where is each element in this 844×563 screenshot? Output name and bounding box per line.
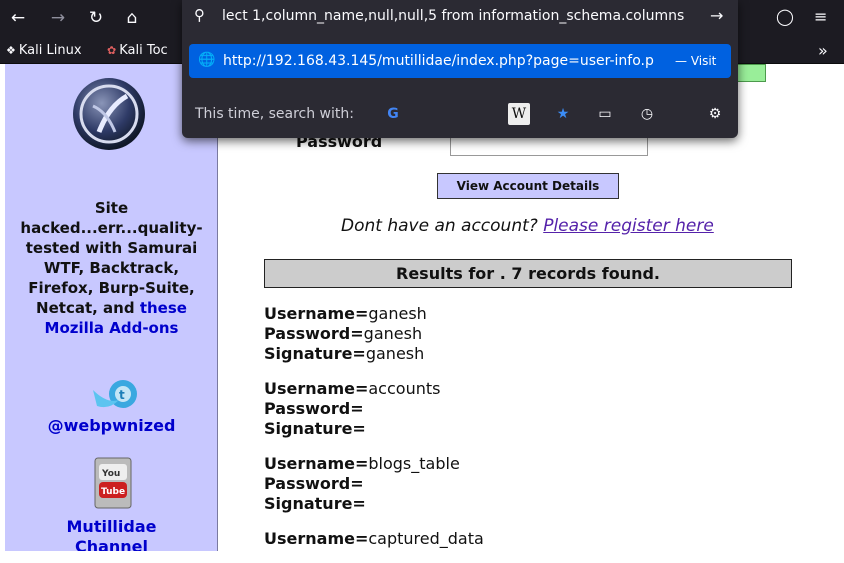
svg-text:t: t bbox=[119, 388, 125, 402]
url-suggestion[interactable]: 🌐 http://192.168.43.145/mutillidae/index… bbox=[189, 44, 731, 78]
owasp-logo-icon bbox=[73, 78, 145, 150]
bookmark-kali-tools[interactable]: ✿ Kali Toc bbox=[107, 42, 168, 60]
wikipedia-icon[interactable]: W bbox=[508, 103, 530, 125]
these-link[interactable]: these bbox=[140, 299, 187, 317]
bottom-strip bbox=[0, 551, 844, 563]
twitter-bird-icon[interactable]: t bbox=[89, 376, 139, 416]
forward-icon[interactable]: → bbox=[46, 6, 70, 30]
home-icon[interactable]: ⌂ bbox=[120, 6, 144, 30]
reload-icon[interactable]: ↻ bbox=[84, 6, 108, 30]
hacked-notice: Site hacked...err...quality- tested with… bbox=[5, 198, 218, 338]
search-icon: ⚲ bbox=[194, 6, 205, 24]
youtube-icon[interactable]: You Tube bbox=[89, 456, 137, 510]
bookmarks-overflow-icon[interactable]: » bbox=[818, 41, 828, 60]
register-link[interactable]: Please register here bbox=[543, 216, 714, 236]
kali-tools-icon: ✿ bbox=[107, 44, 117, 57]
record-item: Username=blogs_table Password= Signature… bbox=[264, 454, 460, 513]
mozilla-addons-link[interactable]: Mozilla Add-ons bbox=[5, 318, 218, 338]
settings-gear-icon[interactable]: ⚙ bbox=[704, 103, 726, 125]
mutillidae-channel-link[interactable]: Mutillidae Channel bbox=[5, 517, 218, 551]
webpwnized-link[interactable]: @webpwnized bbox=[5, 416, 218, 435]
record-item: Username=captured_data bbox=[264, 529, 484, 548]
status-strip bbox=[736, 64, 766, 82]
view-account-details-button[interactable]: View Account Details bbox=[437, 173, 619, 199]
menu-icon[interactable]: ≡ bbox=[814, 7, 827, 26]
go-arrow-icon[interactable]: → bbox=[710, 6, 723, 25]
bookmark-kali-linux[interactable]: ❖ Kali Linux bbox=[6, 42, 82, 60]
bookmarks-star-icon[interactable]: ★ bbox=[552, 103, 574, 125]
search-with-label: This time, search with: bbox=[195, 106, 354, 122]
record-item: Username=ganesh Password=ganesh Signatur… bbox=[264, 304, 427, 363]
url-input[interactable]: ⚲ lect 1,column_name,null,null,5 from in… bbox=[182, 0, 738, 34]
results-header: Results for . 7 records found. bbox=[264, 259, 792, 288]
globe-icon: 🌐 bbox=[198, 52, 216, 68]
url-dropdown: ⚲ lect 1,column_name,null,null,5 from in… bbox=[182, 0, 738, 138]
records-list: Username=ganesh Password=ganesh Signatur… bbox=[264, 304, 784, 551]
svg-text:You: You bbox=[101, 469, 120, 479]
google-icon[interactable]: G bbox=[382, 103, 404, 125]
pocket-icon[interactable]: ◯ bbox=[776, 7, 794, 26]
kali-icon: ❖ bbox=[6, 44, 16, 57]
back-icon[interactable]: ← bbox=[6, 6, 30, 30]
history-icon[interactable]: ◷ bbox=[636, 103, 658, 125]
register-prompt: Dont have an account? Please register he… bbox=[341, 216, 714, 236]
record-item: Username=accounts Password= Signature= bbox=[264, 379, 441, 438]
tabs-icon[interactable]: ▭ bbox=[594, 103, 616, 125]
svg-text:Tube: Tube bbox=[101, 487, 125, 497]
